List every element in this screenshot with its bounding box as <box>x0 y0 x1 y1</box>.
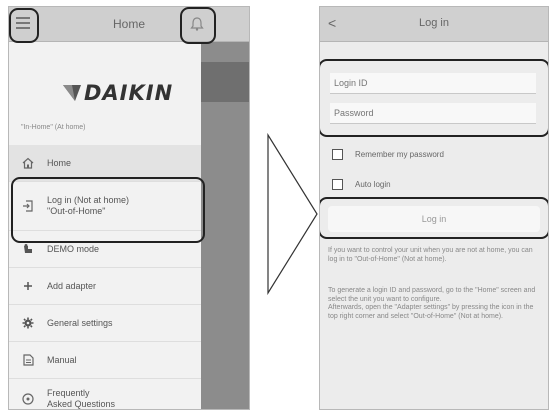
daikin-logo: DAIKIN <box>63 81 174 105</box>
dimmed-background <box>201 42 249 409</box>
manual-icon <box>9 354 47 366</box>
hamburger-callout <box>9 8 39 43</box>
bell-callout <box>180 7 216 44</box>
plus-icon <box>9 281 47 291</box>
remember-password-row[interactable]: Remember my password <box>332 147 444 161</box>
menu-item-general-settings[interactable]: General settings <box>9 305 201 342</box>
home-icon <box>9 157 47 169</box>
right-phone-screen: < Log in Remember my password Auto login… <box>319 6 549 410</box>
login-id-instructions: To generate a login ID and password, go … <box>328 287 536 320</box>
location-subtitle: "In-Home" (At home) <box>21 124 86 131</box>
faq-icon <box>9 393 47 405</box>
menu-item-add-adapter[interactable]: Add adapter <box>9 268 201 305</box>
daikin-logo-mark-icon <box>63 85 81 101</box>
menu-label-faq: Frequently Asked Questions <box>47 388 116 409</box>
login-header: < Log in <box>320 7 548 42</box>
transition-arrow-icon <box>267 133 318 295</box>
menu-label-home: Home <box>47 157 72 168</box>
login-item-callout <box>11 177 205 243</box>
auto-login-checkbox[interactable] <box>332 178 343 190</box>
login-button-callout <box>320 197 548 239</box>
auto-login-row[interactable]: Auto login <box>332 177 391 191</box>
out-of-home-info: If you want to control your unit when yo… <box>328 247 533 263</box>
left-phone-screen: Home DAIKIN "In-Home" (At home) Home Log… <box>8 6 250 410</box>
menu-label-general-settings: General settings <box>47 317 113 328</box>
remember-password-label: Remember my password <box>355 149 444 159</box>
menu-item-manual[interactable]: Manual <box>9 342 201 379</box>
demo-icon <box>9 243 47 255</box>
menu-label-manual: Manual <box>47 354 77 365</box>
login-title: Log in <box>419 17 449 29</box>
gear-icon <box>9 317 47 329</box>
remember-password-checkbox[interactable] <box>332 148 343 160</box>
menu-label-add-adapter: Add adapter <box>47 280 97 291</box>
brand-name: DAIKIN <box>84 81 174 105</box>
menu-label-demo: DEMO mode <box>47 243 100 254</box>
menu-item-faq[interactable]: Frequently Asked Questions <box>9 379 201 409</box>
credentials-callout <box>320 59 548 137</box>
auto-login-label: Auto login <box>355 179 391 189</box>
